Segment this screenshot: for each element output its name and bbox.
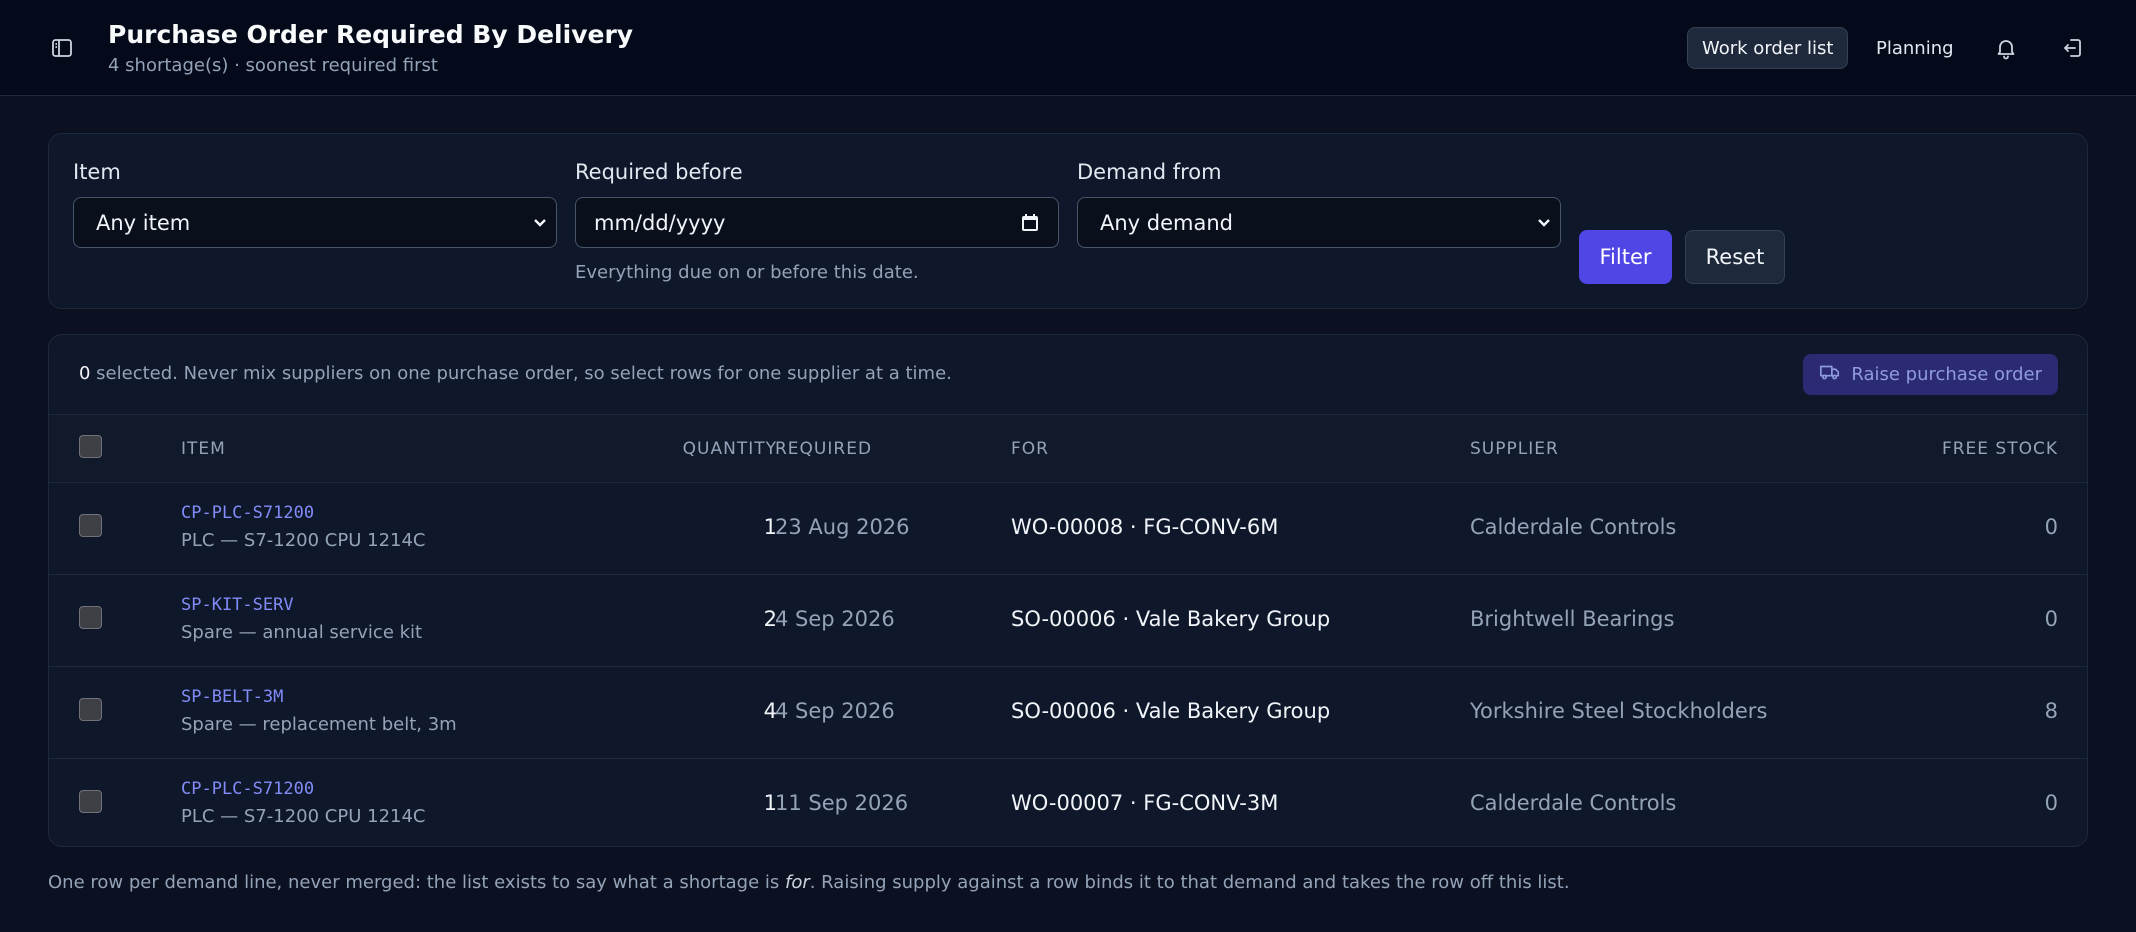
column-header-required: REQUIRED: [775, 439, 873, 459]
column-header-free-stock: FREE STOCK: [1941, 439, 2058, 459]
chevron-down-icon: [1534, 212, 1554, 237]
required-date-cell: 4 Sep 2026: [775, 699, 895, 723]
chevron-down-icon: [530, 212, 550, 237]
shortage-table-panel: 0 selected. Never mix suppliers on one p…: [48, 334, 2088, 847]
item-sku-link[interactable]: SP-KIT-SERV: [181, 595, 294, 615]
required-date-cell: 23 Aug 2026: [775, 515, 910, 539]
nav-work-order-list[interactable]: Work order list: [1687, 27, 1849, 69]
supplier-cell: Brightwell Bearings: [1470, 607, 1675, 631]
table-row[interactable]: CP-PLC-S71200 PLC — S7-1200 CPU 1214C 1 …: [49, 759, 2087, 846]
filter-button[interactable]: Filter: [1579, 230, 1672, 284]
table-header: ITEM QUANTITY REQUIRED FOR SUPPLIER FREE…: [49, 415, 2087, 483]
row-checkbox[interactable]: [79, 698, 102, 721]
row-checkbox[interactable]: [79, 790, 102, 813]
demand-for-cell: SO-00006 · Vale Bakery Group: [1011, 607, 1331, 631]
required-before-hint: Everything due on or before this date.: [575, 262, 919, 283]
selection-bar: 0 selected. Never mix suppliers on one p…: [49, 335, 2087, 415]
required-before-date-input[interactable]: mm/dd/yyyy: [575, 197, 1059, 248]
free-stock-cell: 0: [2044, 515, 2058, 539]
page-subtitle: 4 shortage(s) · soonest required first: [108, 55, 438, 76]
free-stock-cell: 0: [2044, 791, 2058, 815]
page-title: Purchase Order Required By Delivery: [108, 20, 634, 49]
demand-for-cell: WO-00008 · FG-CONV-6M: [1011, 515, 1279, 539]
item-description: PLC — S7-1200 CPU 1214C: [181, 530, 426, 551]
table-row[interactable]: SP-KIT-SERV Spare — annual service kit 2…: [49, 575, 2087, 667]
bell-icon[interactable]: [1988, 30, 2024, 66]
item-filter-label: Item: [73, 160, 121, 184]
free-stock-cell: 0: [2044, 607, 2058, 631]
top-bar: Purchase Order Required By Delivery 4 sh…: [0, 0, 2136, 96]
item-description: Spare — annual service kit: [181, 622, 423, 643]
selection-message: selected. Never mix suppliers on one pur…: [90, 363, 952, 384]
column-header-for: FOR: [1011, 439, 1049, 459]
filter-panel: Item Any item Required before mm/dd/yyyy…: [48, 133, 2088, 309]
free-stock-cell: 8: [2044, 699, 2058, 723]
truck-icon: [1819, 361, 1841, 388]
reset-button[interactable]: Reset: [1685, 230, 1785, 284]
logout-icon[interactable]: [2055, 30, 2091, 66]
demand-from-label: Demand from: [1077, 160, 1222, 184]
table-row[interactable]: CP-PLC-S71200 PLC — S7-1200 CPU 1214C 1 …: [49, 483, 2087, 575]
raise-purchase-order-label: Raise purchase order: [1851, 364, 2042, 385]
supplier-cell: Calderdale Controls: [1470, 515, 1677, 539]
supplier-cell: Calderdale Controls: [1470, 791, 1677, 815]
row-checkbox[interactable]: [79, 606, 102, 629]
demand-select-value: Any demand: [1100, 210, 1233, 235]
column-header-item: ITEM: [181, 439, 226, 459]
column-header-quantity: QUANTITY: [682, 439, 777, 459]
item-sku-link[interactable]: CP-PLC-S71200: [181, 503, 314, 523]
footnote: One row per demand line, never merged: t…: [48, 872, 1570, 893]
required-before-label: Required before: [575, 160, 743, 184]
footnote-after: . Raising supply against a row binds it …: [809, 872, 1570, 893]
required-date-cell: 11 Sep 2026: [775, 791, 909, 815]
row-checkbox[interactable]: [79, 514, 102, 537]
date-placeholder: mm/dd/yyyy: [594, 210, 726, 235]
sidebar-toggle-icon[interactable]: [44, 30, 80, 66]
supplier-cell: Yorkshire Steel Stockholders: [1470, 699, 1768, 723]
footnote-emphasis: for: [784, 872, 810, 893]
item-description: Spare — replacement belt, 3m: [181, 714, 457, 735]
raise-purchase-order-button[interactable]: Raise purchase order: [1803, 354, 2058, 395]
selection-status: 0 selected. Never mix suppliers on one p…: [79, 363, 952, 384]
item-sku-link[interactable]: CP-PLC-S71200: [181, 779, 314, 799]
item-sku-link[interactable]: SP-BELT-3M: [181, 687, 283, 707]
selected-count: 0: [79, 363, 91, 384]
select-all-checkbox[interactable]: [79, 435, 102, 458]
required-date-cell: 4 Sep 2026: [775, 607, 895, 631]
calendar-icon[interactable]: [1020, 213, 1040, 238]
column-header-supplier: SUPPLIER: [1470, 439, 1559, 459]
item-description: PLC — S7-1200 CPU 1214C: [181, 806, 426, 827]
item-select[interactable]: Any item: [73, 197, 557, 248]
footnote-before: One row per demand line, never merged: t…: [48, 872, 785, 893]
demand-from-select[interactable]: Any demand: [1077, 197, 1561, 248]
nav-planning[interactable]: Planning: [1862, 27, 1968, 69]
table-row[interactable]: SP-BELT-3M Spare — replacement belt, 3m …: [49, 667, 2087, 759]
item-select-value: Any item: [96, 210, 191, 235]
demand-for-cell: SO-00006 · Vale Bakery Group: [1011, 699, 1331, 723]
demand-for-cell: WO-00007 · FG-CONV-3M: [1011, 791, 1279, 815]
